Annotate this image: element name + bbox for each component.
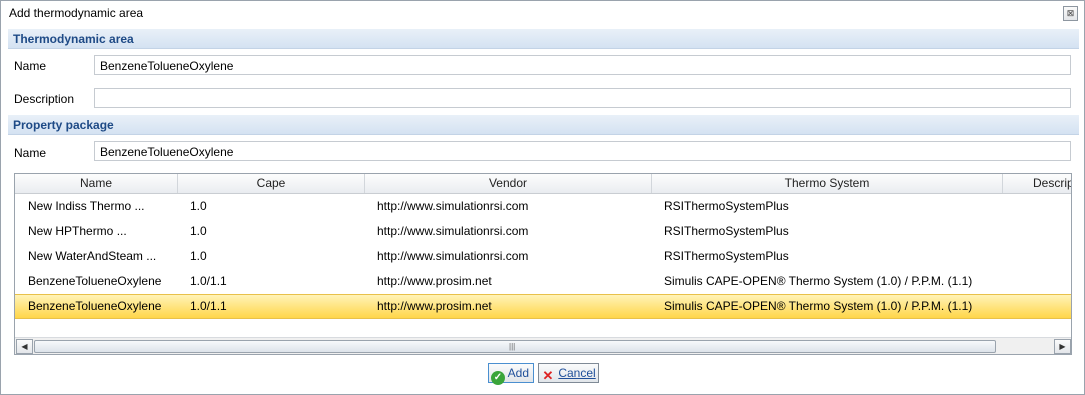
row-name: New HPThermo ... [28, 224, 127, 238]
scroll-left-icon[interactable]: ◀ [16, 339, 33, 354]
row-name: BenzeneTolueneOxylene [28, 299, 162, 313]
column-header-thermo-system[interactable]: Thermo System [652, 174, 1003, 193]
row-cape: 1.0 [190, 249, 207, 263]
row-vendor: http://www.simulationrsi.com [377, 224, 529, 238]
row-cape: 1.0 [190, 199, 207, 213]
cancel-button[interactable]: ✕ Cancel [538, 363, 599, 383]
row-name: New WaterAndSteam ... [28, 249, 157, 263]
thermo-area-section: Thermodynamic area [8, 29, 1079, 49]
package-name-label: Name [14, 146, 47, 160]
row-thermo-system: RSIThermoSystemPlus [664, 249, 789, 263]
x-icon: ✕ [542, 368, 554, 383]
add-button[interactable]: ✓ Add [488, 363, 534, 385]
table-row-selected[interactable]: BenzeneTolueneOxylene 1.0/1.1 http://www… [15, 294, 1071, 319]
row-thermo-system: Simulis CAPE-OPEN® Thermo System (1.0) /… [664, 274, 973, 288]
title-bar: Add thermodynamic area ⊠ [1, 1, 1084, 25]
row-name: New Indiss Thermo ... [28, 199, 145, 213]
property-package-section: Property package [8, 115, 1079, 135]
property-package-header: Property package [13, 118, 114, 132]
grid-header: Name Cape Vendor Thermo System Descrip [15, 174, 1071, 194]
scroll-thumb[interactable]: ||| [34, 340, 996, 353]
row-thermo-system: RSIThermoSystemPlus [664, 224, 789, 238]
window-title: Add thermodynamic area [9, 6, 144, 20]
column-header-vendor[interactable]: Vendor [365, 174, 652, 193]
table-row[interactable]: New WaterAndSteam ... 1.0 http://www.sim… [15, 244, 1071, 269]
add-button-label: Add [507, 366, 530, 380]
area-name-input[interactable]: BenzeneTolueneOxylene [94, 55, 1071, 75]
row-cape: 1.0/1.1 [190, 299, 227, 313]
scroll-grip-icon: ||| [509, 342, 516, 351]
row-name: BenzeneTolueneOxylene [28, 274, 162, 288]
package-name-input[interactable]: BenzeneTolueneOxylene [94, 141, 1071, 161]
table-row[interactable]: New Indiss Thermo ... 1.0 http://www.sim… [15, 194, 1071, 219]
thermo-area-header: Thermodynamic area [13, 32, 134, 46]
column-header-cape[interactable]: Cape [178, 174, 365, 193]
cancel-button-label: Cancel [558, 366, 596, 380]
check-circle-icon: ✓ [491, 371, 505, 385]
row-vendor: http://www.simulationrsi.com [377, 199, 529, 213]
row-vendor: http://www.prosim.net [377, 274, 492, 288]
row-vendor: http://www.simulationrsi.com [377, 249, 529, 263]
table-row[interactable]: New HPThermo ... 1.0 http://www.simulati… [15, 219, 1071, 244]
dialog-window: Add thermodynamic area ⊠ Thermodynamic a… [0, 0, 1085, 395]
property-package-grid[interactable]: Name Cape Vendor Thermo System Descrip N… [14, 173, 1072, 355]
row-cape: 1.0 [190, 224, 207, 238]
column-header-description[interactable]: Descrip [1003, 174, 1071, 193]
row-thermo-system: Simulis CAPE-OPEN® Thermo System (1.0) /… [664, 299, 973, 313]
area-description-input[interactable] [94, 88, 1071, 108]
scroll-right-icon[interactable]: ▶ [1054, 339, 1071, 354]
area-description-label: Description [14, 92, 75, 106]
column-header-name[interactable]: Name [15, 174, 178, 193]
table-row[interactable]: BenzeneTolueneOxylene 1.0/1.1 http://www… [15, 269, 1071, 294]
horizontal-scrollbar[interactable]: ◀ ||| ▶ [15, 337, 1071, 354]
row-cape: 1.0/1.1 [190, 274, 227, 288]
row-thermo-system: RSIThermoSystemPlus [664, 199, 789, 213]
area-name-label: Name [14, 59, 47, 73]
close-icon[interactable]: ⊠ [1063, 6, 1078, 21]
row-vendor: http://www.prosim.net [377, 299, 492, 313]
